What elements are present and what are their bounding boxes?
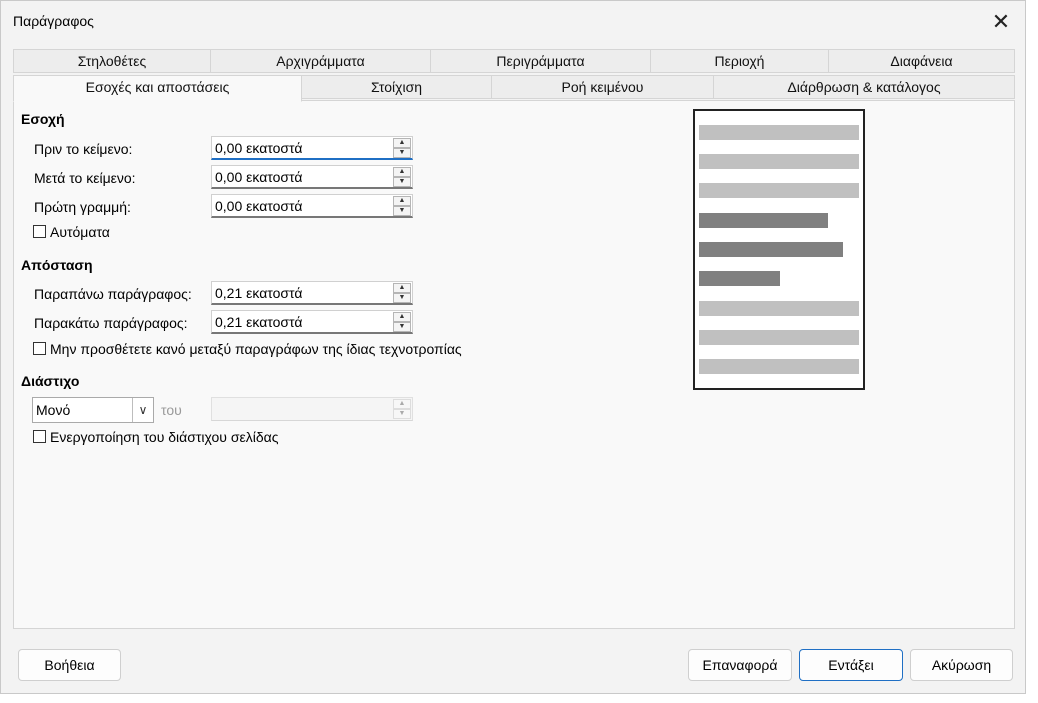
spin-up-icon[interactable]: ▲ [393, 283, 411, 293]
preview-line-current [699, 271, 780, 286]
preview-line [699, 154, 859, 169]
indent-heading: Εσοχή [21, 111, 65, 127]
tab-drop-caps[interactable]: Αρχιγράμματα [210, 49, 431, 73]
cancel-button[interactable]: Ακύρωση [910, 649, 1013, 681]
spin-buttons: ▲ ▼ [393, 399, 411, 419]
checkbox-box[interactable] [33, 430, 46, 443]
tab-area[interactable]: Περιοχή [650, 49, 829, 73]
above-paragraph-field[interactable]: 0,21 εκατοστά ▲ ▼ [211, 281, 413, 305]
automatic-checkbox[interactable]: Αυτόματα [33, 224, 110, 240]
line-spacing-value-field[interactable]: ▲ ▼ [211, 397, 413, 421]
checkbox-box[interactable] [33, 342, 46, 355]
preview-line [699, 183, 859, 198]
tab-alignment[interactable]: Στοίχιση [301, 75, 492, 99]
page-line-spacing-label: Ενεργοποίηση του διάστιχου σελίδας [50, 429, 279, 445]
no-space-label: Μην προσθέτετε κανό μεταξύ παραγράφων τη… [50, 341, 462, 357]
checkbox-box[interactable] [33, 225, 46, 238]
after-text-value: 0,00 εκατοστά [215, 169, 303, 185]
close-icon[interactable]: ✕ [987, 8, 1015, 36]
spacing-heading: Απόσταση [21, 257, 93, 273]
above-paragraph-label: Παραπάνω παράγραφος: [34, 286, 192, 302]
before-text-field[interactable]: 0,00 εκατοστά ▲ ▼ [211, 136, 413, 160]
first-line-value: 0,00 εκατοστά [215, 198, 303, 214]
paragraph-preview [693, 109, 865, 390]
help-button[interactable]: Βοήθεια [18, 649, 121, 681]
page-line-spacing-checkbox[interactable]: Ενεργοποίηση του διάστιχου σελίδας [33, 429, 278, 445]
spin-down-icon[interactable]: ▼ [393, 206, 411, 216]
tab-outline-list[interactable]: Διάρθρωση & κατάλογος [713, 75, 1015, 99]
no-space-checkbox[interactable]: Μην προσθέτετε κανό μεταξύ παραγράφων τη… [33, 341, 462, 357]
spin-up-icon[interactable]: ▲ [393, 167, 411, 177]
line-spacing-value: Μονό [36, 402, 71, 418]
preview-line [699, 125, 859, 140]
after-text-field[interactable]: 0,00 εκατοστά ▲ ▼ [211, 165, 413, 189]
below-paragraph-field[interactable]: 0,21 εκατοστά ▲ ▼ [211, 310, 413, 334]
spin-down-icon[interactable]: ▼ [393, 322, 411, 332]
tab-tabs[interactable]: Στηλοθέτες [13, 49, 211, 73]
before-text-label: Πριν το κείμενο: [34, 141, 133, 157]
below-paragraph-value: 0,21 εκατοστά [215, 314, 303, 330]
paragraph-dialog: Παράγραφος ✕ Στηλοθέτες Αρχιγράμματα Περ… [0, 0, 1026, 694]
tab-indents-spacing[interactable]: Εσοχές και αποστάσεις [13, 75, 302, 102]
spin-up-icon[interactable]: ▲ [393, 312, 411, 322]
preview-line [699, 330, 859, 345]
title-bar: Παράγραφος ✕ [1, 1, 1025, 43]
after-text-label: Μετά το κείμενο: [34, 170, 136, 186]
chevron-down-icon[interactable]: ∨ [132, 398, 153, 422]
spin-buttons: ▲ ▼ [393, 283, 411, 303]
tab-text-flow[interactable]: Ροή κειμένου [491, 75, 714, 99]
before-text-value: 0,00 εκατοστά [215, 140, 303, 156]
spin-down-icon[interactable]: ▼ [393, 177, 411, 187]
below-paragraph-label: Παρακάτω παράγραφος: [34, 315, 188, 331]
spin-down-icon[interactable]: ▼ [393, 409, 411, 419]
preview-line-current [699, 213, 828, 228]
ok-button[interactable]: Εντάξει [799, 649, 903, 681]
preview-line [699, 359, 859, 374]
first-line-field[interactable]: 0,00 εκατοστά ▲ ▼ [211, 194, 413, 218]
spin-up-icon[interactable]: ▲ [393, 138, 411, 148]
spin-down-icon[interactable]: ▼ [393, 148, 411, 158]
spin-buttons: ▲ ▼ [393, 312, 411, 332]
spin-down-icon[interactable]: ▼ [393, 293, 411, 303]
tab-borders[interactable]: Περιγράμματα [430, 49, 651, 73]
above-paragraph-value: 0,21 εκατοστά [215, 285, 303, 301]
line-spacing-heading: Διάστιχο [21, 373, 80, 389]
line-spacing-select[interactable]: Μονό ∨ [32, 397, 154, 423]
tab-transparency[interactable]: Διαφάνεια [828, 49, 1015, 73]
automatic-label: Αυτόματα [50, 224, 110, 240]
spin-buttons: ▲ ▼ [393, 196, 411, 216]
dialog-title: Παράγραφος [13, 13, 94, 29]
first-line-label: Πρώτη γραμμή: [34, 199, 131, 215]
spin-up-icon[interactable]: ▲ [393, 399, 411, 409]
preview-line-current [699, 242, 843, 257]
spin-up-icon[interactable]: ▲ [393, 196, 411, 206]
reset-button[interactable]: Επαναφορά [688, 649, 792, 681]
preview-line [699, 301, 859, 316]
of-label: του [161, 402, 182, 418]
spin-buttons: ▲ ▼ [393, 167, 411, 187]
spin-buttons: ▲ ▼ [393, 138, 411, 158]
